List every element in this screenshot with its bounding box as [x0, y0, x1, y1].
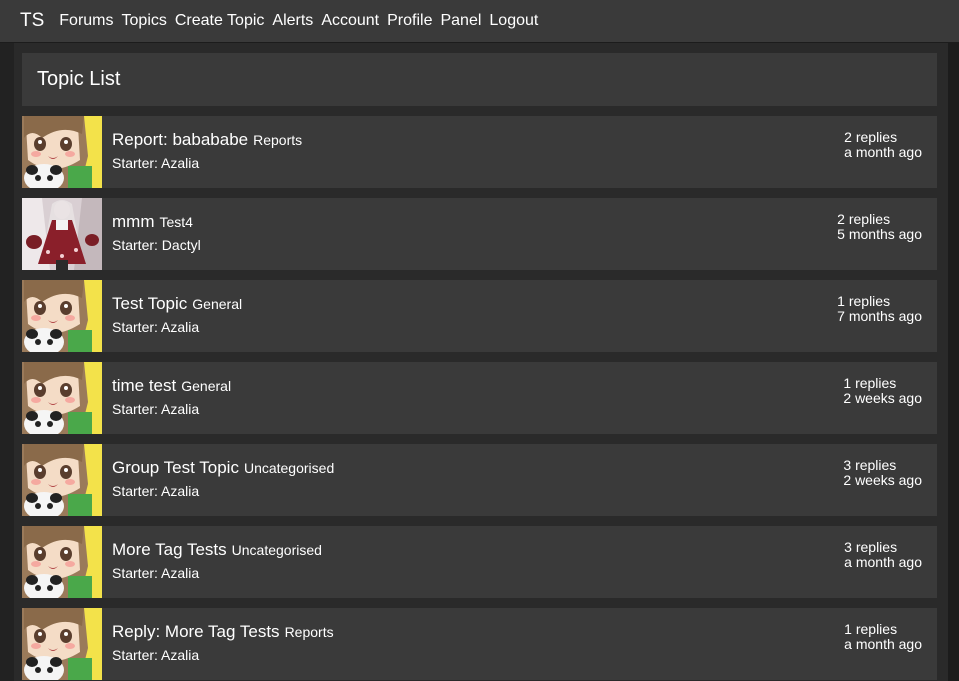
topic-title-link[interactable]: Reply: More Tag Tests — [112, 622, 280, 641]
last-activity-time: a month ago — [844, 554, 922, 570]
topic-title-line: More Tag Tests Uncategorised — [112, 540, 322, 560]
reply-count: 3 replies — [843, 457, 897, 473]
starter-prefix: Starter: — [112, 237, 158, 253]
topic-forum-link[interactable]: Reports — [253, 132, 302, 148]
reply-count: 3 replies — [844, 539, 898, 555]
topic-forum-link[interactable]: Uncategorised — [232, 542, 322, 558]
topic-stats: 3 replies 2 weeks ago — [843, 458, 922, 488]
nav-link-alerts[interactable]: Alerts — [272, 12, 313, 30]
starter-prefix: Starter: — [112, 565, 158, 581]
topic-title-link[interactable]: More Tag Tests — [112, 540, 227, 559]
topic-starter-line: Starter: Dactyl — [112, 237, 201, 253]
topic-title-line: Test Topic General — [112, 294, 242, 314]
topic-forum-link[interactable]: General — [181, 378, 231, 394]
last-activity-time: 2 weeks ago — [843, 472, 922, 488]
topic-title-link[interactable]: Report: babababe — [112, 130, 248, 149]
avatar[interactable] — [22, 198, 102, 270]
topic-title-link[interactable]: mmm — [112, 212, 154, 231]
topic-list-header: Topic List — [22, 53, 937, 106]
nav-link-account[interactable]: Account — [321, 12, 379, 30]
avatar[interactable] — [22, 116, 102, 188]
nav-link-panel[interactable]: Panel — [440, 12, 481, 30]
topic-row[interactable]: Reply: More Tag Tests Reports Starter: Aza… — [22, 608, 937, 680]
starter-prefix: Starter: — [112, 155, 158, 171]
topic-title-line: Reply: More Tag Tests Reports — [112, 622, 334, 642]
main-content: Topic List Report: babababe Reports Starte… — [14, 43, 948, 681]
nav-link-create-topic[interactable]: Create Topic — [175, 12, 265, 30]
avatar[interactable] — [22, 362, 102, 434]
topic-title-link[interactable]: Test Topic — [112, 294, 187, 313]
topic-forum-link[interactable]: General — [192, 296, 242, 312]
topic-row[interactable]: Test Topic General Starter: Azalia 1 replie… — [22, 280, 937, 352]
topic-title-line: time test General — [112, 376, 231, 396]
starter-name-link[interactable]: Azalia — [161, 319, 199, 335]
scrollbar[interactable] — [948, 43, 959, 681]
topic-row[interactable]: time test General Starter: Azalia 1 replies… — [22, 362, 937, 434]
topic-starter-line: Starter: Azalia — [112, 401, 199, 417]
nav-link-topics[interactable]: Topics — [122, 12, 167, 30]
starter-prefix: Starter: — [112, 647, 158, 663]
topic-row[interactable]: More Tag Tests Uncategorised Starter: Azal… — [22, 526, 937, 598]
topic-forum-link[interactable]: Uncategorised — [244, 460, 334, 476]
starter-prefix: Starter: — [112, 319, 158, 335]
starter-name-link[interactable]: Dactyl — [162, 237, 201, 253]
avatar[interactable] — [22, 608, 102, 680]
nav-link-logout[interactable]: Logout — [489, 12, 538, 30]
topic-stats: 2 replies 5 months ago — [837, 212, 922, 242]
brand-logo[interactable]: TS — [20, 10, 44, 32]
starter-prefix: Starter: — [112, 401, 158, 417]
last-activity-time: a month ago — [844, 636, 922, 652]
reply-count: 1 replies — [837, 293, 891, 309]
top-navbar: TS Forums Topics Create Topic Alerts Acc… — [0, 0, 959, 43]
avatar[interactable] — [22, 280, 102, 352]
starter-name-link[interactable]: Azalia — [161, 401, 199, 417]
topic-starter-line: Starter: Azalia — [112, 319, 199, 335]
topic-stats: 2 replies a month ago — [844, 130, 922, 160]
topic-forum-link[interactable]: Test4 — [159, 214, 192, 230]
topic-forum-link[interactable]: Reports — [285, 624, 334, 640]
reply-count: 1 replies — [843, 375, 897, 391]
topic-row[interactable]: Group Test Topic Uncategorised Starter: Az… — [22, 444, 937, 516]
last-activity-time: a month ago — [844, 144, 922, 160]
starter-name-link[interactable]: Azalia — [161, 155, 199, 171]
topic-title-line: Report: babababe Reports — [112, 130, 302, 150]
avatar[interactable] — [22, 444, 102, 516]
topic-stats: 3 replies a month ago — [844, 540, 922, 570]
starter-name-link[interactable]: Azalia — [161, 565, 199, 581]
topic-stats: 1 replies 7 months ago — [837, 294, 922, 324]
starter-prefix: Starter: — [112, 483, 158, 499]
topic-starter-line: Starter: Azalia — [112, 155, 199, 171]
reply-count: 2 replies — [837, 211, 891, 227]
topic-row[interactable]: Report: babababe Reports Starter: Azalia 2 … — [22, 116, 937, 188]
reply-count: 1 replies — [844, 621, 898, 637]
reply-count: 2 replies — [844, 129, 898, 145]
topic-title-line: Group Test Topic Uncategorised — [112, 458, 334, 478]
last-activity-time: 5 months ago — [837, 226, 922, 242]
last-activity-time: 7 months ago — [837, 308, 922, 324]
last-activity-time: 2 weeks ago — [843, 390, 922, 406]
avatar[interactable] — [22, 526, 102, 598]
starter-name-link[interactable]: Azalia — [161, 647, 199, 663]
topic-stats: 1 replies 2 weeks ago — [843, 376, 922, 406]
nav-link-profile[interactable]: Profile — [387, 12, 432, 30]
topic-starter-line: Starter: Azalia — [112, 647, 199, 663]
page-title: Topic List — [37, 68, 121, 90]
topic-title-link[interactable]: Group Test Topic — [112, 458, 239, 477]
topic-title-link[interactable]: time test — [112, 376, 176, 395]
topic-row[interactable]: mmm Test4 Starter: Dactyl 2 replies 5 months… — [22, 198, 937, 270]
nav-link-forums[interactable]: Forums — [59, 12, 113, 30]
topic-starter-line: Starter: Azalia — [112, 565, 199, 581]
topic-starter-line: Starter: Azalia — [112, 483, 199, 499]
starter-name-link[interactable]: Azalia — [161, 483, 199, 499]
topic-title-line: mmm Test4 — [112, 212, 193, 232]
topic-stats: 1 replies a month ago — [844, 622, 922, 652]
